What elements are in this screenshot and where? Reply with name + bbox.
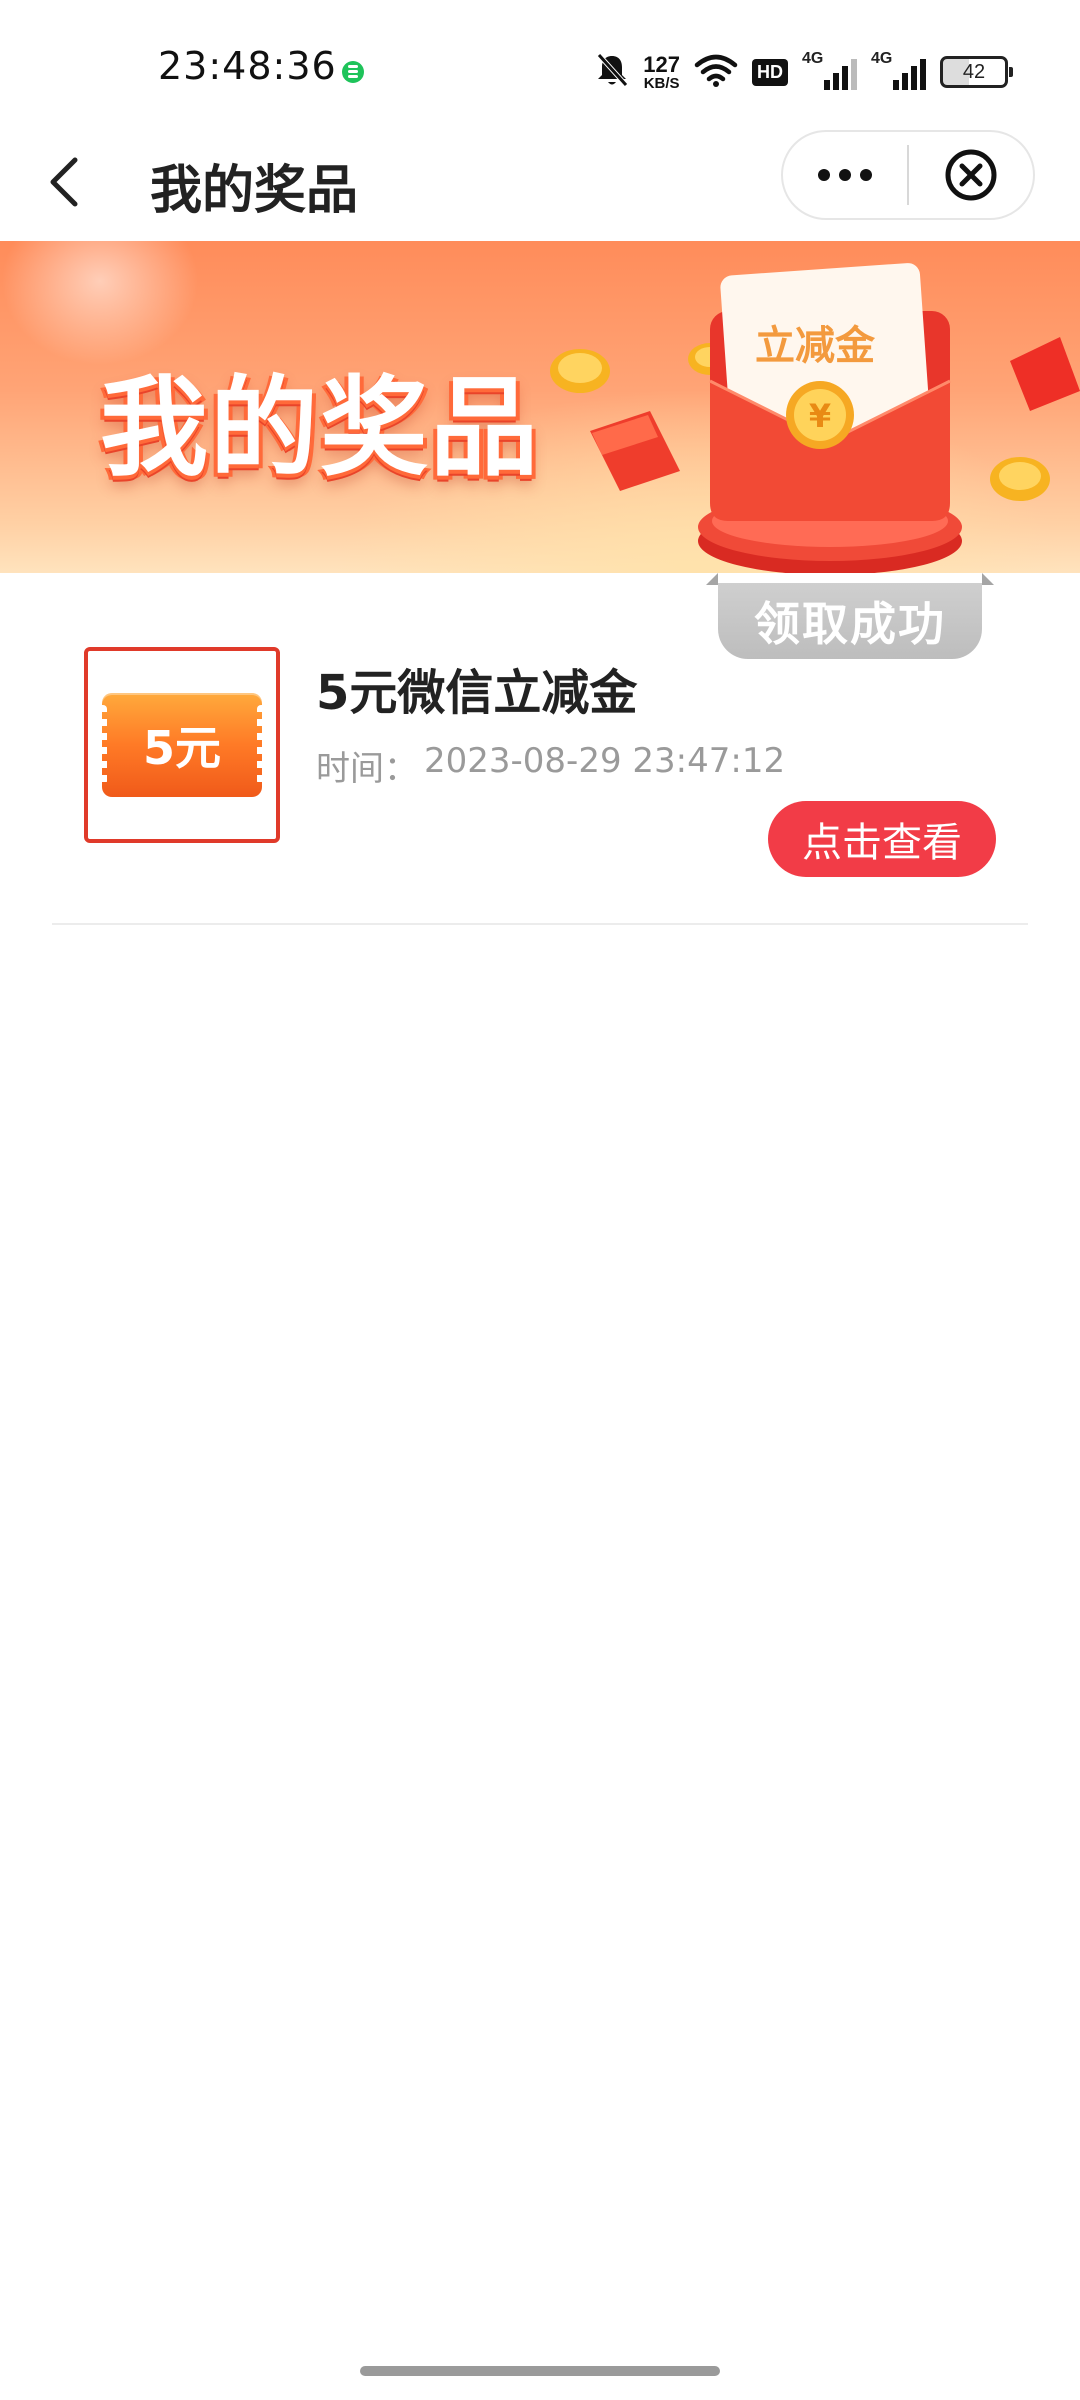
message-dot-icon bbox=[342, 61, 364, 83]
home-indicator[interactable] bbox=[360, 2366, 720, 2376]
close-icon bbox=[945, 149, 997, 201]
net-speed-value: 127 bbox=[643, 51, 680, 77]
prize-time-value: 2023-08-29 23:47:12 bbox=[424, 741, 786, 781]
status-bar: 23:48:36 127 KB/S HD 4G 4G 42 bbox=[0, 0, 1080, 130]
banner-title: 我的奖品 bbox=[100, 366, 541, 491]
net-speed: 127 KB/S bbox=[643, 51, 680, 92]
coupon-label: 5元 bbox=[142, 721, 221, 775]
envelope-label: 立减金 bbox=[755, 323, 875, 369]
status-time: 23:48:36 bbox=[158, 44, 337, 88]
battery-icon: 42 bbox=[940, 56, 1013, 88]
back-button[interactable] bbox=[34, 142, 94, 222]
signal-label-2: 4G bbox=[871, 50, 893, 67]
coupon-image: 5元 bbox=[97, 693, 267, 797]
prize-time: 时间： 2023-08-29 23:47:12 bbox=[316, 741, 785, 790]
close-button[interactable] bbox=[909, 132, 1033, 218]
nav-bar: 我的奖品 bbox=[0, 130, 1080, 240]
status-badge-label: 领取成功 bbox=[718, 583, 982, 659]
view-prize-button[interactable]: 点击查看 bbox=[768, 801, 996, 877]
prize-list-item: 5元 5元微信立减金 时间： 2023-08-29 23:47:12 领取成功 … bbox=[52, 573, 1028, 925]
prize-name: 5元微信立减金 bbox=[316, 665, 638, 721]
claimed-status-badge: 领取成功 bbox=[700, 573, 1000, 665]
page-title: 我的奖品 bbox=[150, 161, 359, 221]
battery-level: 42 bbox=[962, 60, 986, 83]
more-icon bbox=[818, 169, 830, 181]
prize-thumbnail: 5元 bbox=[84, 647, 280, 843]
prize-time-label: 时间： bbox=[316, 749, 418, 789]
red-envelope-illustration: ¥ bbox=[550, 263, 1080, 573]
status-icons: 127 KB/S HD 4G 4G 42 bbox=[595, 44, 1013, 100]
more-button[interactable] bbox=[783, 132, 907, 218]
mini-program-capsule bbox=[781, 130, 1035, 220]
hd-icon: HD bbox=[752, 58, 788, 86]
back-icon bbox=[50, 157, 78, 207]
signal-icon-2: 4G bbox=[871, 50, 926, 90]
signal-icon: 4G bbox=[802, 50, 857, 90]
wifi-icon bbox=[694, 53, 738, 91]
svg-text:¥: ¥ bbox=[809, 397, 831, 435]
prize-banner: 我的奖品 ¥ 立减金 bbox=[0, 241, 1080, 573]
mute-bell-icon bbox=[595, 52, 629, 92]
net-speed-unit: KB/S bbox=[643, 74, 680, 92]
signal-label: 4G bbox=[802, 50, 824, 67]
